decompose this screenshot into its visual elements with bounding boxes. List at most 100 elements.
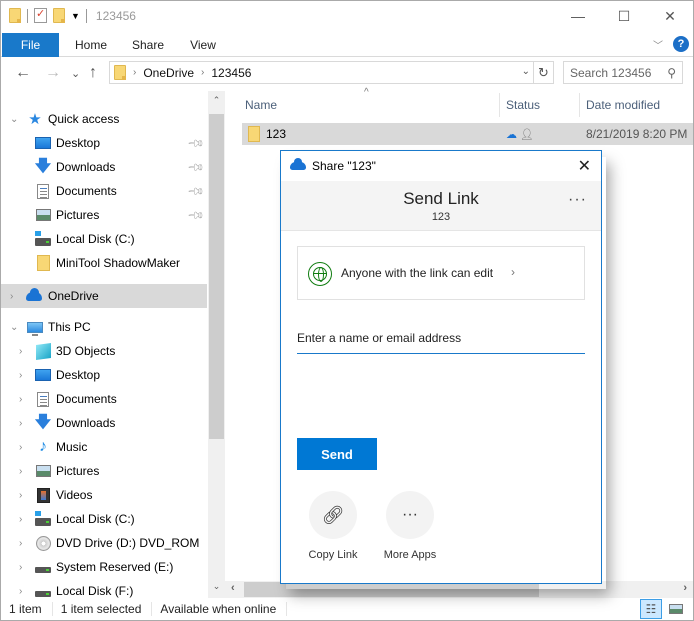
customize-dropdown-icon[interactable]: ▼ <box>71 11 80 21</box>
breadcrumb-123456[interactable]: 123456 <box>211 66 251 80</box>
more-apps-button[interactable]: ··· <box>386 491 434 539</box>
nav-item-local-disk-c[interactable]: › Local Disk (C:) <box>1 507 207 531</box>
chevron-right-icon[interactable]: › <box>19 586 22 597</box>
chevron-right-icon[interactable]: › <box>19 538 22 549</box>
sync-status: ☁ 👤︎ <box>506 128 534 141</box>
tab-file[interactable]: File <box>2 33 59 57</box>
nav-item-pictures[interactable]: › Pictures <box>1 459 207 483</box>
nav-item-desktop[interactable]: Desktop 📌︎ <box>1 131 207 155</box>
dialog-close-button[interactable]: ✕ <box>578 156 591 176</box>
scroll-up-arrow[interactable]: ⌃ <box>208 95 225 106</box>
recent-locations-button[interactable]: ⌄ <box>71 67 80 80</box>
folder-icon[interactable] <box>9 8 21 23</box>
scrollbar-thumb[interactable] <box>209 114 224 439</box>
chevron-right-icon[interactable]: › <box>10 291 13 302</box>
chevron-right-icon[interactable]: › <box>19 346 22 357</box>
chevron-down-icon[interactable]: ⌄ <box>10 114 18 125</box>
up-button[interactable]: ↑ <box>89 64 97 82</box>
column-header-status[interactable]: Status <box>506 91 540 119</box>
large-icons-view-button[interactable] <box>665 599 687 619</box>
nav-item-this-pc[interactable]: ⌄ This PC <box>1 315 207 339</box>
pin-icon: 📌︎ <box>186 206 205 225</box>
nav-item-music[interactable]: › ♪ Music <box>1 435 207 459</box>
nav-item-local-disk-f[interactable]: › Local Disk (F:) <box>1 579 207 598</box>
breadcrumb-separator: › <box>201 67 205 78</box>
help-icon[interactable]: ? <box>673 36 689 52</box>
copy-link-button[interactable]: 🔗︎ <box>309 491 357 539</box>
cloud-icon: ☁ <box>506 128 517 141</box>
selected-count: 1 item selected <box>53 602 153 616</box>
nav-item-downloads[interactable]: 🡇 Downloads 📌︎ <box>1 155 207 179</box>
chevron-right-icon[interactable]: › <box>19 418 22 429</box>
refresh-button[interactable]: ↻ <box>534 61 554 84</box>
chevron-right-icon[interactable]: › <box>19 562 22 573</box>
send-button[interactable]: Send <box>297 438 377 470</box>
chevron-right-icon[interactable]: › <box>19 442 22 453</box>
chevron-down-icon[interactable]: ⌄ <box>10 322 18 333</box>
nav-item-local-disk-c[interactable]: Local Disk (C:) <box>1 227 207 251</box>
nav-item-pictures[interactable]: Pictures 📌︎ <box>1 203 207 227</box>
column-header-date-modified[interactable]: Date modified <box>586 91 660 119</box>
navigation-bar: ← → ⌄ ↑ › OneDrive › 123456 ⌄ ↻ Search 1… <box>1 58 693 90</box>
scroll-right-arrow[interactable]: › <box>683 582 687 594</box>
nav-item-desktop[interactable]: › Desktop <box>1 363 207 387</box>
properties-icon[interactable] <box>34 7 47 23</box>
column-header-name[interactable]: Name <box>245 91 277 119</box>
expand-ribbon-icon[interactable]: ﹀ <box>653 37 663 52</box>
chevron-right-icon[interactable]: › <box>19 514 22 525</box>
link-icon: 🔗︎ <box>321 504 345 525</box>
link-permission-button[interactable]: Anyone with the link can edit › <box>297 246 585 300</box>
dialog-title: Share "123" <box>312 159 376 173</box>
nav-item-minitool-shadowmaker[interactable]: MiniTool ShadowMaker <box>1 251 207 275</box>
minimize-button[interactable]: — <box>555 1 601 31</box>
nav-item-quick-access[interactable]: ⌄ ★ Quick access <box>1 107 207 131</box>
breadcrumb-onedrive[interactable]: OneDrive <box>143 66 194 80</box>
close-button[interactable]: ✕ <box>647 1 693 31</box>
local-disk-icon <box>35 231 51 246</box>
forward-button[interactable]: → <box>45 64 61 82</box>
copy-link-label: Copy Link <box>308 549 358 561</box>
more-options-button[interactable]: ··· <box>568 191 587 209</box>
maximize-button[interactable]: ☐ <box>601 1 647 31</box>
back-button[interactable]: ← <box>15 64 31 82</box>
nav-item-videos[interactable]: › Videos <box>1 483 207 507</box>
chevron-right-icon[interactable]: › <box>19 370 22 381</box>
nav-item-documents[interactable]: Documents 📌︎ <box>1 179 207 203</box>
scroll-down-arrow[interactable]: ⌄ <box>208 581 225 592</box>
column-separator[interactable] <box>499 93 500 117</box>
tab-view[interactable]: View <box>186 33 220 57</box>
folder-icon <box>114 65 126 80</box>
file-row[interactable]: 123 ☁ 👤︎ 8/21/2019 8:20 PM <box>242 123 693 145</box>
column-separator[interactable] <box>579 93 580 117</box>
nav-item-dvd-drive[interactable]: › DVD Drive (D:) DVD_ROM <box>1 531 207 555</box>
search-input[interactable]: Search 123456 ⚲ <box>563 61 683 84</box>
file-name: 123 <box>266 127 287 141</box>
new-folder-icon[interactable] <box>53 8 65 23</box>
search-placeholder: Search 123456 <box>570 65 652 80</box>
share-dialog: Share "123" ✕ Send Link 123 ··· Anyone w… <box>280 150 602 584</box>
item-count: 1 item <box>1 602 53 616</box>
quick-access-star-icon: ★ <box>28 111 42 128</box>
tab-share[interactable]: Share <box>128 33 168 57</box>
dialog-title-bar: Share "123" ✕ <box>281 151 601 181</box>
scroll-left-arrow[interactable]: ‹ <box>231 582 235 594</box>
nav-item-system-reserved[interactable]: › System Reserved (E:) <box>1 555 207 579</box>
window-controls: — ☐ ✕ <box>555 1 693 31</box>
nav-item-3d-objects[interactable]: › 3D Objects <box>1 339 207 363</box>
nav-pane-scrollbar[interactable]: ⌃ ⌄ <box>208 91 225 598</box>
nav-item-onedrive[interactable]: › OneDrive <box>1 284 207 308</box>
details-view-button[interactable]: ☷ <box>640 599 662 619</box>
tab-home[interactable]: Home <box>71 33 111 57</box>
nav-item-downloads[interactable]: › 🡇 Downloads <box>1 411 207 435</box>
nav-item-documents[interactable]: › Documents <box>1 387 207 411</box>
onedrive-icon <box>290 158 306 170</box>
chevron-right-icon[interactable]: › <box>19 490 22 501</box>
chevron-right-icon[interactable]: › <box>19 466 22 477</box>
address-bar[interactable]: › OneDrive › 123456 ⌄ <box>109 61 534 84</box>
pin-icon: 📌︎ <box>186 134 205 153</box>
address-dropdown-icon[interactable]: ⌄ <box>522 66 530 77</box>
folder-icon <box>36 255 50 271</box>
email-input[interactable]: Enter a name or email address <box>297 326 585 354</box>
more-apps-label: More Apps <box>383 549 437 561</box>
chevron-right-icon[interactable]: › <box>19 394 22 405</box>
